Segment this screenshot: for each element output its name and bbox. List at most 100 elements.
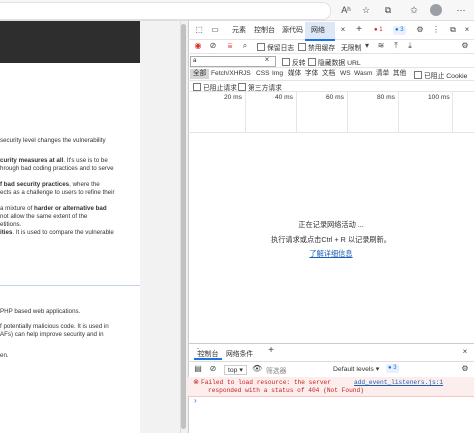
drawer-divider[interactable] [188, 343, 474, 344]
page-text-line: f potentially malicious code. It is used… [0, 323, 109, 330]
type-filter-css[interactable]: CSS [256, 69, 270, 79]
type-filter-doc[interactable]: 文档 [322, 69, 335, 79]
timeline-gridline [398, 92, 399, 132]
collections-icon[interactable]: ⧉ [382, 4, 394, 16]
search-icon[interactable]: ⌕ [240, 41, 250, 51]
network-conditions-icon[interactable]: ≋ [376, 41, 386, 51]
disable-cache-label: 禁用缓存 [308, 45, 336, 52]
error-text-line: responded with a status of 404 (Not Foun… [208, 387, 364, 394]
page-text-line: ects as a challenge to users to refine t… [0, 189, 115, 196]
favorites-bar-icon[interactable]: ✩ [408, 4, 420, 16]
add-drawer-tab-icon[interactable]: + [266, 346, 276, 356]
sidebar-toggle-icon[interactable]: ▤ [193, 364, 203, 374]
device-toolbar-icon[interactable]: ▭ [210, 25, 220, 35]
page-text-line: not allow the same extent of the [0, 213, 88, 220]
type-filter-other[interactable]: 其他 [393, 69, 406, 79]
timeline-tick: 40 ms [275, 94, 293, 101]
chevron-down-icon[interactable]: ▾ [362, 41, 372, 51]
favorite-icon[interactable]: ☆ [360, 4, 372, 16]
throttle-select[interactable]: 无限制 [341, 42, 361, 52]
tab-console[interactable]: 控制台 [254, 24, 275, 38]
issues-count: 3 [393, 365, 397, 371]
page-text-line: a mixture of harder or alternative bad [0, 205, 107, 212]
dock-icon[interactable]: ⧉ [448, 25, 458, 35]
network-settings-icon[interactable]: ⚙ [460, 41, 470, 51]
preserve-log-checkbox[interactable] [257, 43, 265, 51]
type-filter-img[interactable]: Img [272, 69, 283, 79]
type-filter-wasm[interactable]: Wasm [354, 69, 372, 79]
context-select[interactable]: top ▾ [224, 365, 247, 375]
type-filter-ws[interactable]: WS [340, 69, 351, 79]
close-drawer-icon[interactable]: × [460, 347, 470, 357]
customize-icon[interactable]: ⋮ [431, 25, 441, 35]
timeline-tick: 100 ms [428, 94, 450, 101]
learn-more-link[interactable]: 了解详细信息 [188, 249, 474, 259]
recording-hint-text: 执行请求或点击Ctrl + R 以记录刷新。 [271, 235, 391, 244]
type-filter-all[interactable]: 全部 [190, 69, 210, 79]
type-filter-manifest[interactable]: 清单 [376, 69, 389, 79]
scrollbar-thumb[interactable] [181, 24, 186, 429]
type-filter-fetch-xhr[interactable]: Fetch/XHR [211, 69, 243, 79]
live-expression-icon[interactable]: 👁 [252, 364, 262, 374]
drawer-tab-network-conditions[interactable]: 网络条件 [226, 348, 253, 358]
issues-badge[interactable]: ● 3 [386, 364, 399, 373]
read-aloud-icon[interactable]: Aʰ [340, 4, 352, 16]
page-text-line: PHP based web applications. [0, 308, 81, 315]
type-filter-font[interactable]: 字体 [305, 69, 318, 79]
add-tab-icon[interactable]: + [354, 25, 364, 35]
info-count: 3 [400, 27, 404, 33]
clear-icon[interactable]: ⊘ [208, 41, 218, 51]
info-count-badge[interactable]: ● 3 [393, 26, 406, 35]
clear-console-icon[interactable]: ⊘ [208, 364, 218, 374]
invert-checkbox[interactable] [282, 58, 290, 66]
timeline-tick: 80 ms [377, 94, 395, 101]
blocked-requests-checkbox[interactable] [193, 83, 201, 91]
tab-network[interactable]: 网络 [311, 24, 325, 38]
page-text-line: security level changes the vulnerability [0, 137, 106, 144]
third-party-checkbox[interactable] [238, 83, 246, 91]
type-filter-js[interactable]: JS [243, 69, 251, 79]
timeline-tick: 20 ms [224, 94, 242, 101]
inspect-element-icon[interactable]: ⬚ [194, 25, 204, 35]
error-text-line: Failed to load resource: the server [201, 379, 331, 386]
close-devtools-icon[interactable]: × [462, 25, 472, 35]
page-text-line: en. [0, 352, 9, 359]
blocked-cookies-label: 已阻止 Cookie [424, 73, 468, 80]
tab-sources[interactable]: 源代码 [282, 24, 303, 38]
log-levels-select[interactable]: Default levels ▾ [333, 365, 379, 373]
recording-status-text: 正在记录网络活动 ... [298, 220, 364, 229]
console-prompt-icon[interactable]: › [194, 396, 197, 405]
disable-cache-checkbox[interactable] [298, 43, 306, 51]
more-icon[interactable]: ⋯ [455, 4, 467, 16]
page-text-line: curity measures at all. It's use is to b… [0, 157, 108, 164]
type-filter-media[interactable]: 媒体 [288, 69, 301, 79]
drawer-tab-console[interactable]: 控制台 [198, 348, 218, 358]
clear-filter-icon[interactable]: × [262, 55, 272, 65]
record-icon[interactable]: ◉ [193, 41, 203, 51]
settings-icon[interactable]: ⚙ [415, 25, 425, 35]
console-settings-icon[interactable]: ⚙ [460, 364, 470, 374]
drawer-tab-indicator [194, 358, 222, 360]
preserve-log-label: 保留日志 [267, 45, 295, 52]
error-source-link[interactable]: add_event_listeners.js:1 [354, 379, 443, 386]
filter-icon[interactable]: ⩸ [225, 41, 235, 51]
invert-label: 反转 [292, 60, 306, 67]
page-side-strip [140, 21, 180, 433]
page-text-line: hrough bad coding practices and to serve [0, 165, 114, 172]
blocked-cookies-checkbox[interactable] [414, 71, 422, 79]
tab-elements[interactable]: 元素 [232, 24, 246, 38]
timeline-gridline [245, 92, 246, 132]
export-har-icon[interactable]: ⤓ [405, 41, 415, 51]
close-tab-icon[interactable]: × [338, 25, 348, 35]
console-filter-input[interactable]: 筛选器 [266, 365, 286, 375]
error-count-badge[interactable]: ● 1 [372, 26, 385, 35]
import-har-icon[interactable]: ⤒ [391, 41, 401, 51]
timeline-tick: 60 ms [326, 94, 344, 101]
hide-data-urls-label: 隐藏数据 URL [318, 60, 361, 67]
context-value: top [228, 367, 238, 374]
address-bar[interactable] [0, 2, 331, 20]
log-levels-value: Default levels [333, 366, 374, 373]
timeline-gridline [296, 92, 297, 132]
hide-data-urls-checkbox[interactable] [308, 58, 316, 66]
profile-icon[interactable] [430, 4, 442, 16]
